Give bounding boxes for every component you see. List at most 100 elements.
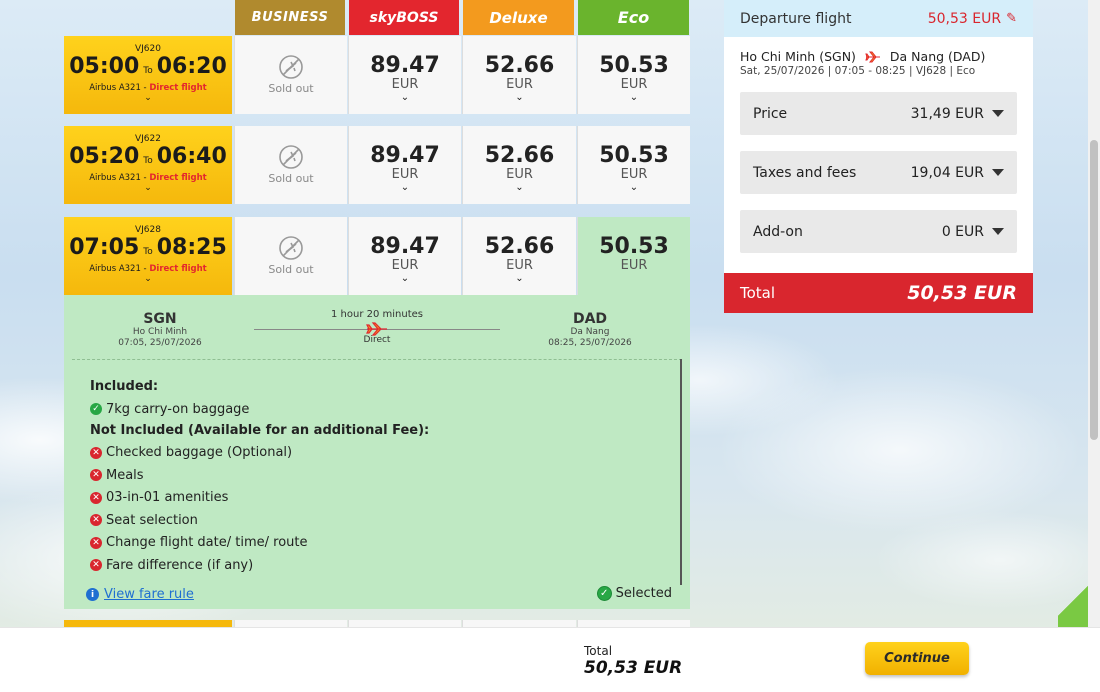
fare-eco-cell-selected[interactable]: 50.53 EUR [577, 217, 690, 295]
price-value-wrap: 31,49 EUR [911, 106, 1004, 122]
benefit-label: Fare difference (if any) [106, 557, 254, 573]
flight-number: VJ628 [135, 225, 161, 235]
addon-label: Add-on [753, 223, 803, 240]
fare-skyboss-cell[interactable]: 89.47 EUR ⌄ [348, 217, 461, 295]
not-included-item: ✕ Change flight date/ time/ route [90, 532, 429, 555]
cross-icon: ✕ [90, 491, 102, 504]
bottom-total: Total 50,53 EUR [584, 644, 682, 678]
chevron-down-icon[interactable]: ⌄ [64, 184, 232, 193]
cross-icon: ✕ [90, 446, 102, 459]
fare-detail-panel: SGN Ho Chi Minh 07:05, 25/07/2026 1 hour… [64, 295, 690, 609]
fare-price: 50.53 [599, 143, 669, 168]
included-header: Included: [90, 379, 159, 394]
fare-currency: EUR [620, 77, 648, 92]
fare-class-deluxe-header: Deluxe [463, 0, 574, 35]
caret-down-icon[interactable] [992, 228, 1004, 235]
fare-price: 50.53 [599, 53, 669, 78]
cross-icon: ✕ [90, 536, 102, 549]
check-icon: ✓ [90, 403, 102, 416]
edit-icon[interactable]: ✎ [1006, 11, 1017, 26]
no-flight-icon [235, 217, 347, 261]
no-flight-icon [235, 36, 347, 80]
scroll-thumb[interactable] [1090, 140, 1098, 440]
fare-price: 52.66 [484, 143, 555, 168]
flight-row-selected: VJ628 07:05 To 08:25 Airbus A321 - Direct … [64, 217, 690, 295]
chevron-down-icon[interactable]: ⌄ [463, 273, 576, 285]
airplane-icon [865, 51, 880, 63]
stops-label: Direct [363, 335, 391, 345]
view-fare-rule-link[interactable]: View fare rule [104, 587, 194, 602]
fare-class-deluxe-logo: Deluxe [489, 8, 548, 27]
chevron-down-icon[interactable]: ⌄ [578, 92, 690, 104]
fare-eco-cell[interactable]: 50.53 EUR ⌄ [577, 126, 690, 204]
route-from: Ho Chi Minh (SGN) [740, 49, 856, 64]
not-included-item: ✕ Checked baggage (Optional) [90, 442, 429, 465]
origin-code: SGN [143, 311, 177, 327]
fare-currency: EUR [391, 167, 419, 182]
summary-amount: 50,53 EUR ✎ [928, 11, 1017, 27]
included-item: ✓ 7kg carry-on baggage [90, 398, 429, 421]
destination-datetime: 08:25, 25/07/2026 [548, 338, 632, 348]
benefit-label: Checked baggage (Optional) [106, 445, 293, 461]
aircraft-type: Airbus A321 - [89, 83, 147, 93]
fare-price: 50.53 [599, 234, 669, 259]
summary-route: Ho Chi Minh (SGN) Da Nang (DAD) [740, 49, 1017, 65]
cross-icon: ✕ [90, 559, 102, 572]
taxes-row[interactable]: Taxes and fees 19,04 EUR [740, 151, 1017, 194]
summary-body: Ho Chi Minh (SGN) Da Nang (DAD) Sat, 25/… [724, 37, 1033, 273]
fare-deluxe-cell[interactable]: 52.66 EUR ⌄ [462, 36, 576, 114]
caret-down-icon[interactable] [992, 110, 1004, 117]
route-details: Sat, 25/07/2026 | 07:05 - 08:25 | VJ628 … [740, 65, 976, 77]
chevron-down-icon[interactable]: ⌄ [578, 182, 690, 194]
chevron-down-icon[interactable]: ⌄ [64, 94, 232, 103]
no-flight-icon [235, 126, 347, 170]
aircraft-type: Airbus A321 - [89, 173, 147, 183]
flight-time-cell[interactable]: VJ622 05:20 To 06:40 Airbus A321 - Direct … [64, 126, 232, 204]
direct-flight-label: Direct flight [149, 264, 207, 274]
chevron-down-icon[interactable]: ⌄ [349, 92, 461, 104]
benefit-label: 7kg carry-on baggage [106, 401, 250, 417]
total-label: Total [740, 284, 776, 302]
fare-price: 89.47 [370, 53, 440, 78]
fare-skyboss-cell[interactable]: 89.47 EUR ⌄ [348, 126, 461, 204]
page-scrollbar[interactable] [1088, 0, 1100, 627]
benefit-label: 03-in-01 amenities [106, 490, 229, 506]
addon-value: 0 EUR [941, 223, 984, 240]
sold-out-label: Sold out [268, 263, 314, 276]
flight-time-cell[interactable]: VJ628 07:05 To 08:25 Airbus A321 - Direct … [64, 217, 232, 295]
fare-eco-cell[interactable]: 50.53 EUR ⌄ [577, 36, 690, 114]
fare-price: 89.47 [370, 143, 440, 168]
depart-time: 05:00 [69, 54, 140, 79]
fare-skyboss-cell[interactable]: 89.47 EUR ⌄ [348, 36, 461, 114]
departure-flight-header: Departure flight 50,53 EUR ✎ [724, 0, 1033, 37]
to-label: To [143, 66, 153, 76]
bottom-bar: Total 50,53 EUR Continue [0, 627, 1100, 692]
chevron-down-icon[interactable]: ⌄ [463, 182, 576, 194]
chevron-down-icon[interactable]: ⌄ [463, 92, 576, 104]
flight-times: 05:00 To 06:20 [64, 55, 232, 83]
not-included-item: ✕ Meals [90, 464, 429, 487]
price-label: Price [753, 105, 788, 122]
fare-currency: EUR [391, 258, 419, 273]
price-row[interactable]: Price 31,49 EUR [740, 92, 1017, 135]
chevron-down-icon[interactable]: ⌄ [349, 273, 461, 285]
fare-business-cell: Sold out [234, 217, 347, 295]
check-circle-icon: ✓ [596, 586, 612, 601]
chevron-down-icon[interactable]: ⌄ [64, 275, 232, 284]
flight-row: VJ620 05:00 To 06:20 Airbus A321 - Direct … [64, 36, 690, 114]
cross-icon: ✕ [90, 469, 102, 482]
fare-currency: EUR [506, 77, 533, 92]
continue-button[interactable]: Continue [865, 642, 969, 675]
selected-indicator: ✓ Selected [596, 586, 672, 601]
chevron-down-icon[interactable]: ⌄ [349, 182, 461, 194]
fare-currency: EUR [620, 167, 648, 182]
caret-down-icon[interactable] [992, 169, 1004, 176]
destination-code: DAD [572, 311, 608, 327]
flight-time-cell[interactable]: VJ620 05:00 To 06:20 Airbus A321 - Direct … [64, 36, 232, 114]
addon-row[interactable]: Add-on 0 EUR [740, 210, 1017, 253]
flight-duration: 1 hour 20 minutes Direct [254, 309, 500, 346]
fare-deluxe-cell[interactable]: 52.66 EUR ⌄ [462, 217, 576, 295]
summary-amount-value: 50,53 EUR [927, 10, 1002, 27]
fare-deluxe-cell[interactable]: 52.66 EUR ⌄ [462, 126, 576, 204]
inner-scrollbar[interactable] [680, 359, 682, 585]
